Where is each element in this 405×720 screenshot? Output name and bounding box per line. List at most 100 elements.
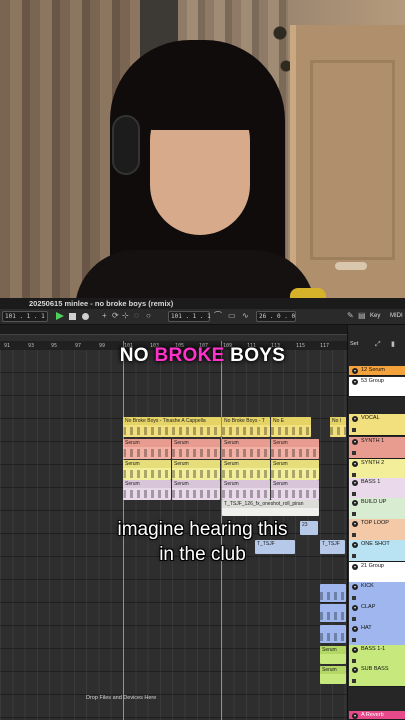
track-meter	[352, 596, 356, 600]
waveform	[172, 470, 220, 478]
clip-hat[interactable]	[320, 625, 346, 643]
add-icon[interactable]: +	[102, 310, 107, 322]
fold-icon[interactable]	[352, 439, 358, 445]
fold-icon[interactable]	[352, 480, 358, 486]
track-row-bass-1-1[interactable]: BASS 1-1	[349, 645, 405, 667]
track-name: SYNTH 2	[361, 460, 385, 466]
loop-length-value: 26 . 0 . 0	[259, 313, 296, 320]
follow-icon[interactable]: ○	[146, 310, 151, 322]
track-meter	[352, 638, 356, 642]
track-row-12-serum[interactable]: 12 Serum	[349, 366, 405, 376]
title-part-1: NO	[119, 345, 155, 366]
song-title: 20250615 minlee - no broke boys (remix)	[29, 299, 174, 308]
metronome-icon[interactable]: ◌	[134, 310, 139, 322]
fold-icon[interactable]	[352, 584, 358, 590]
fold-icon[interactable]	[352, 605, 358, 611]
track-row-kick[interactable]: KICK	[349, 582, 405, 604]
clip-vocal-3[interactable]: No E	[271, 417, 311, 437]
yellow-object	[290, 288, 326, 298]
stop-button[interactable]	[69, 313, 76, 320]
waveform	[222, 470, 270, 478]
waveform	[222, 427, 270, 435]
clip-sub-bass[interactable]: Serum	[320, 666, 346, 684]
track-name: KICK	[361, 583, 374, 589]
track-name: BASS 1	[361, 479, 381, 485]
track-row-hat[interactable]: HAT	[349, 624, 405, 646]
clip-vocal-4[interactable]: No I	[330, 417, 346, 437]
waveform	[123, 490, 171, 498]
fold-icon[interactable]	[352, 368, 358, 374]
clip-kick[interactable]	[320, 584, 346, 602]
fold-icon[interactable]	[352, 500, 358, 506]
fold-icon[interactable]	[352, 647, 358, 653]
track-row-53-group[interactable]: 53 Group	[349, 377, 405, 397]
clip-synth1-4[interactable]: Serum	[271, 439, 319, 459]
position-value: 101 . 1 . 1	[5, 313, 45, 320]
fold-icon[interactable]	[352, 667, 358, 673]
track-meter	[352, 473, 356, 477]
punch-in-icon[interactable]: ⊹	[122, 310, 129, 322]
midi-map-button[interactable]: MIDI	[390, 311, 403, 322]
waveform	[172, 449, 220, 457]
track-row-bass-1[interactable]: BASS 1	[349, 478, 405, 500]
track-meter	[352, 451, 356, 455]
automation-icon[interactable]: ∿	[242, 310, 249, 322]
fold-icon[interactable]	[352, 626, 358, 632]
keyboard-icon[interactable]: ▤	[358, 310, 366, 322]
track-row-vocal[interactable]: VOCAL	[349, 414, 405, 436]
waveform	[172, 490, 220, 498]
track-name: A Reverb	[361, 712, 384, 718]
door-panel	[310, 60, 395, 260]
clip-label: Serum	[123, 439, 171, 447]
fold-icon[interactable]	[352, 416, 358, 422]
fold-icon[interactable]	[352, 713, 358, 719]
subtitle-line-1: imagine hearing this	[117, 519, 288, 540]
track-name: BASS 1-1	[361, 646, 386, 652]
clip-synth2-1[interactable]: Serum	[123, 460, 171, 480]
fold-icon[interactable]	[352, 461, 358, 467]
track-row-sub-bass[interactable]: SUB BASS	[349, 665, 405, 687]
waveform	[271, 490, 319, 498]
track-row-a-reverb[interactable]: A Reverb	[349, 711, 405, 720]
clip-label: Serum	[222, 480, 270, 488]
fold-icon[interactable]	[352, 379, 358, 385]
clip-clap[interactable]	[320, 604, 346, 622]
track-meter	[352, 512, 356, 516]
clip-vocal-2[interactable]: No Broke Boys - T	[222, 417, 270, 437]
draw-mode-icon[interactable]: ⌒	[214, 310, 222, 322]
track-meter	[352, 659, 356, 663]
waveform	[320, 592, 346, 600]
loop-icon[interactable]: ⟳	[112, 310, 119, 322]
play-button[interactable]	[56, 312, 64, 320]
clip-synth2-4[interactable]: Serum	[271, 460, 319, 480]
arrangement-icon[interactable]: ▭	[228, 310, 236, 322]
clip-bass-4[interactable]: Serum	[271, 480, 319, 500]
waveform	[271, 449, 319, 457]
track-name: VOCAL	[361, 415, 380, 421]
clip-synth1-3[interactable]: Serum	[222, 439, 270, 459]
clip-synth2-2[interactable]: Serum	[172, 460, 220, 480]
clip-label: Serum	[172, 439, 220, 447]
clip-synth1-1[interactable]: Serum	[123, 439, 171, 459]
webcam-video	[0, 0, 405, 298]
clip-bass-1[interactable]: Serum	[123, 480, 171, 500]
clip-vocal-1[interactable]: No Broke Boys - Tinashe A Cappella	[123, 417, 221, 437]
track-row-synth-1[interactable]: SYNTH 1	[349, 437, 405, 459]
record-button[interactable]	[82, 313, 89, 320]
clip-synth2-3[interactable]: Serum	[222, 460, 270, 480]
pencil-icon[interactable]: ✎	[347, 310, 354, 322]
waveform	[320, 633, 346, 641]
track-name: BUILD UP	[361, 499, 387, 505]
clip-bass-1-1[interactable]: Serum	[320, 646, 346, 664]
clip-synth1-2[interactable]: Serum	[172, 439, 220, 459]
clip-bass-2[interactable]: Serum	[172, 480, 220, 500]
clip-label: No I	[330, 417, 346, 425]
waveform	[330, 427, 346, 435]
video-subtitle: imagine hearing this in the club	[0, 517, 405, 567]
clip-fx-oneshot[interactable]: T_TSJF_126_fx_oneshot_roll_piran	[222, 500, 319, 516]
clip-bass-3[interactable]: Serum	[222, 480, 270, 500]
track-row-clap[interactable]: CLAP	[349, 603, 405, 625]
key-map-button[interactable]: Key	[370, 311, 380, 322]
person-bangs	[145, 80, 257, 130]
overview-strip[interactable]	[0, 325, 347, 335]
